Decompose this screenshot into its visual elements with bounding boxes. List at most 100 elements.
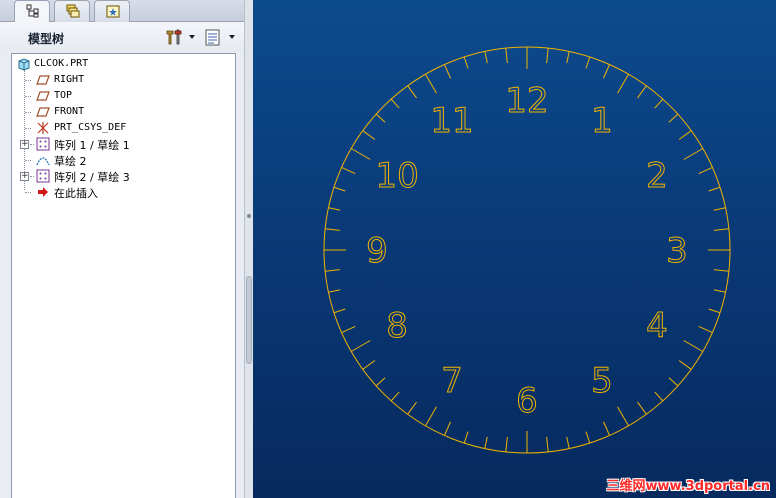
clock-numeral: 3 [666, 231, 688, 271]
clock-tick [375, 113, 386, 123]
clock-tick [678, 360, 692, 370]
tree-item-right[interactable]: RIGHT [12, 72, 232, 88]
clock-tick [362, 360, 376, 370]
model-tree-panel: 模型树 CLCOK.PRT RIGHT TOP FRONT PRT_CSYS_D… [0, 0, 253, 498]
clock-tick [617, 406, 629, 427]
clock-face-drawing: 12 12 3 45 6 78 9 10 11 [323, 46, 731, 454]
clock-numeral: 9 [366, 231, 388, 271]
chevron-down-icon [189, 35, 195, 39]
model-tree-tab-icon [26, 4, 39, 18]
clock-tick [713, 269, 729, 272]
clock-tick [713, 207, 726, 211]
clock-tick [443, 64, 451, 79]
clock-tick [390, 98, 400, 109]
tree-item-sketch-2[interactable]: 草绘 2 [12, 152, 232, 168]
clock-tick [566, 51, 570, 64]
graphics-viewport[interactable]: 12 1 2 3 4 5 6 7 8 9 10 11 三维网www.3dportal.cn [253, 0, 776, 498]
clock-tick [505, 48, 508, 64]
tree-item-label: 草绘 2 [54, 155, 87, 168]
chevron-down-icon [229, 35, 235, 39]
clock-tick [325, 228, 341, 231]
clock-tick [425, 73, 437, 94]
tree-item-label: FRONT [54, 106, 85, 117]
tree-item-front[interactable]: FRONT [12, 104, 232, 120]
clock-tick [425, 406, 437, 427]
datum-plane-icon [36, 107, 50, 117]
clock-tick [407, 85, 417, 99]
clock-tick [484, 436, 488, 449]
tree-item-label: 阵列 1 / 草绘 1 [54, 139, 130, 152]
clock-tick [678, 130, 692, 140]
clock-tick [341, 166, 356, 174]
clock-tick [390, 391, 400, 402]
favorites-tab-icon [106, 5, 120, 18]
tree-item-pattern-1[interactable]: + 阵列 1 / 草绘 1 [12, 136, 232, 152]
clock-tick [698, 166, 713, 174]
clock-numerals: 12 12 3 45 6 78 9 10 11 [366, 81, 689, 422]
tree-item-csys[interactable]: PRT_CSYS_DEF [12, 120, 232, 136]
csys-icon [37, 122, 49, 134]
clock-tick [617, 73, 629, 94]
clock-numeral: 5 [591, 361, 613, 401]
clock-tick [566, 436, 570, 449]
tools-icon [166, 29, 182, 45]
tree-item-label: TOP [54, 90, 73, 101]
clock-tick [585, 431, 591, 444]
clock-tick [637, 401, 647, 415]
splitter-handle[interactable] [246, 276, 252, 364]
tree-item-label: 阵列 2 / 草绘 3 [54, 171, 130, 184]
clock-tick [350, 148, 371, 160]
tree-item-label: CLCOK.PRT [34, 58, 89, 69]
clock-tick [603, 421, 611, 436]
tab-layers[interactable] [54, 0, 90, 22]
clock-numeral: 8 [386, 306, 408, 346]
clock-tick [585, 56, 591, 69]
clock-tick [328, 207, 341, 211]
clock-tick [375, 377, 386, 387]
panel-tabstrip [0, 0, 253, 23]
clock-tick [546, 436, 549, 452]
clock-tick [333, 186, 346, 192]
tab-favorites[interactable] [94, 0, 130, 22]
clock-numeral: 10 [375, 156, 418, 196]
panel-header: 模型树 [0, 22, 253, 52]
watermark-text: 三维网www.3dportal.cn [606, 479, 770, 494]
clock-tick [713, 289, 726, 293]
panel-splitter[interactable] [244, 0, 253, 498]
clock-tick [546, 48, 549, 64]
clock-tick [654, 391, 664, 402]
clock-tick [362, 130, 376, 140]
model-tree: CLCOK.PRT RIGHT TOP FRONT PRT_CSYS_DEF +… [11, 53, 236, 498]
clock-tick [505, 436, 508, 452]
tab-model-tree[interactable] [14, 0, 50, 23]
insert-arrow-icon [38, 187, 48, 197]
tree-item-insert-here[interactable]: 在此插入 [12, 184, 232, 200]
clock-tick [443, 421, 451, 436]
clock-tick [328, 289, 341, 293]
tree-item-label: 在此插入 [54, 187, 98, 200]
clock-tick [668, 113, 679, 123]
pattern-icon [36, 169, 50, 183]
tree-item-top[interactable]: TOP [12, 88, 232, 104]
tree-item-pattern-2[interactable]: + 阵列 2 / 草绘 3 [12, 168, 232, 184]
clock-tick [713, 228, 729, 231]
clock-tick [325, 269, 341, 272]
clock-numeral: 12 [505, 81, 548, 121]
clock-numeral: 6 [516, 381, 538, 421]
clock-numeral: 1 [591, 101, 613, 141]
clock-tick [341, 326, 356, 334]
expand-plus-icon[interactable]: + [20, 172, 29, 181]
expand-plus-icon[interactable]: + [20, 140, 29, 149]
clock-tick [654, 98, 664, 109]
datum-plane-icon [36, 91, 50, 101]
clock-numeral: 4 [646, 306, 668, 346]
clock-tick [683, 340, 704, 352]
tree-item-label: PRT_CSYS_DEF [54, 122, 127, 133]
tree-columns-button[interactable] [203, 27, 237, 47]
clock-tick [698, 326, 713, 334]
clock-tick [683, 148, 704, 160]
tree-settings-button[interactable] [163, 27, 197, 47]
clock-tick [463, 431, 469, 444]
tree-item-part[interactable]: CLCOK.PRT [12, 56, 232, 72]
clock-tick [637, 85, 647, 99]
